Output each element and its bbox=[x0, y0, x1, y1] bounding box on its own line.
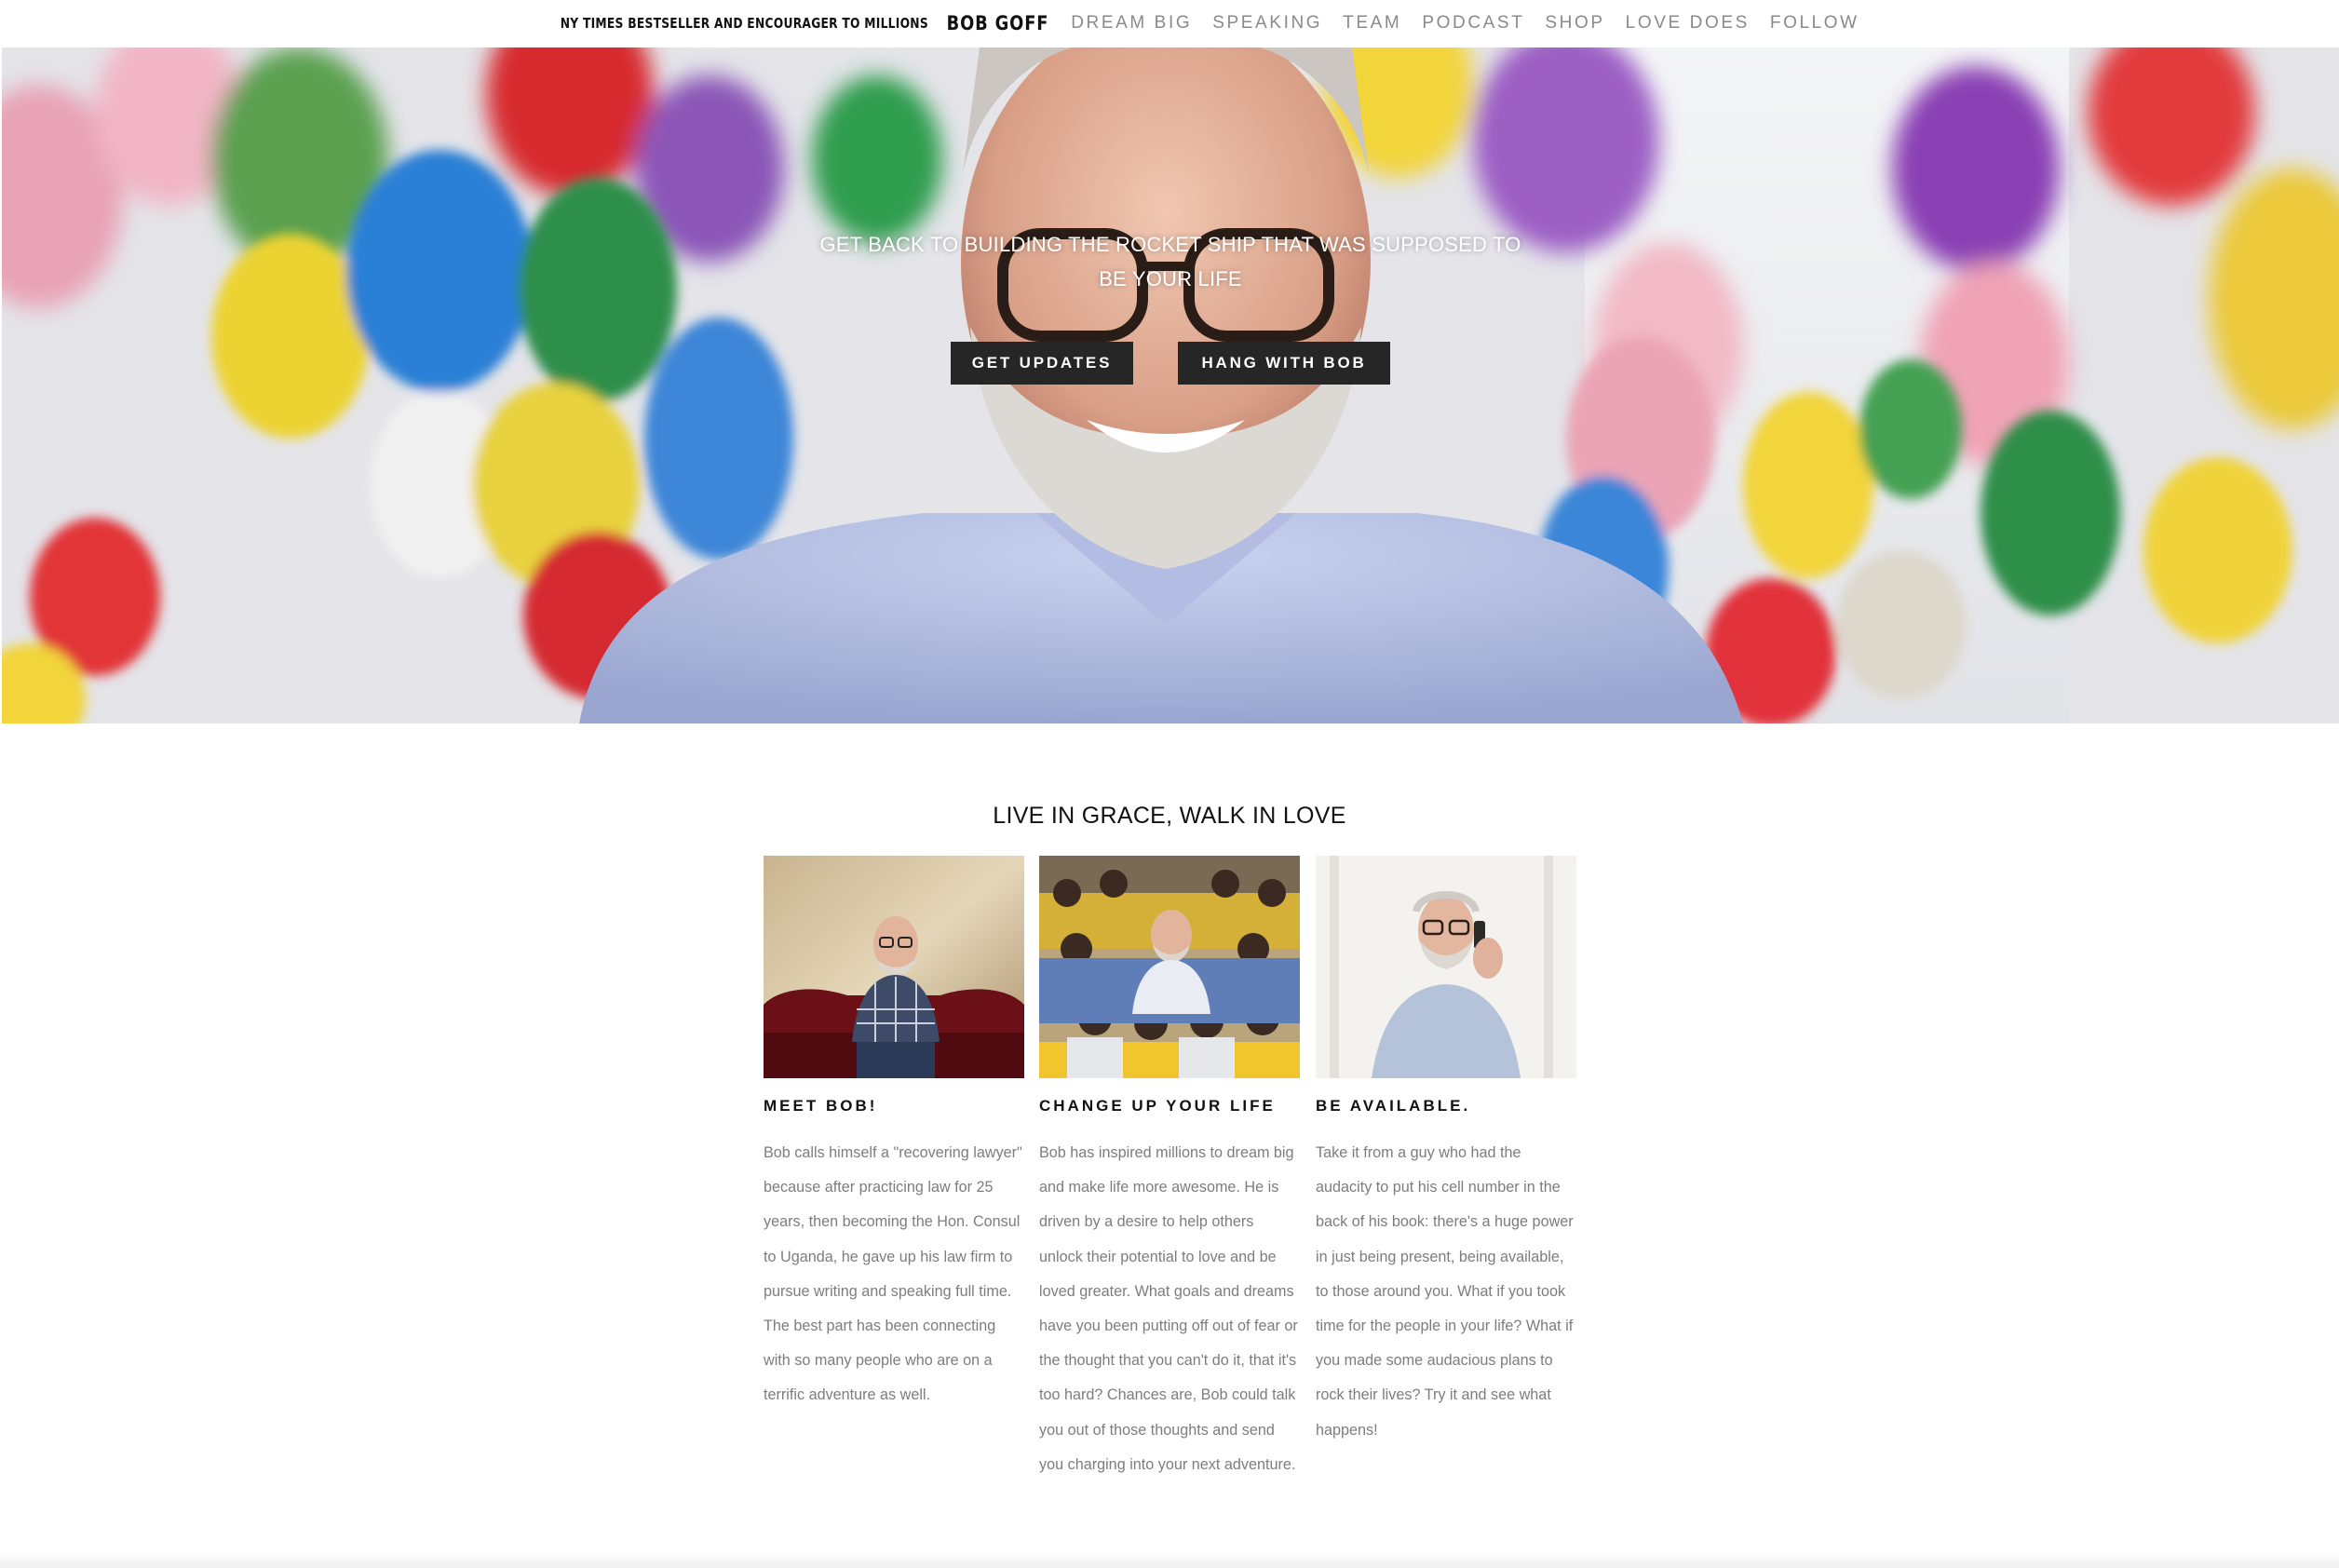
card-meet-bob: MEET BOB! Bob calls himself a "recoverin… bbox=[764, 856, 1024, 1413]
nav-link-love-does[interactable]: LOVE DOES bbox=[1626, 13, 1750, 34]
card-body: Bob has inspired millions to dream big a… bbox=[1039, 1144, 1298, 1473]
nav-link-shop[interactable]: SHOP bbox=[1545, 13, 1604, 34]
section-title: LIVE IN GRACE, WALK IN LOVE bbox=[993, 803, 1346, 829]
nav-link-follow[interactable]: FOLLOW bbox=[1770, 13, 1859, 34]
nav-link-speaking[interactable]: SPEAKING bbox=[1212, 13, 1322, 34]
card-body: Take it from a guy who had the audacity … bbox=[1316, 1144, 1574, 1439]
get-updates-button[interactable]: GET UPDATES bbox=[951, 342, 1133, 385]
hang-with-bob-button[interactable]: HANG WITH BOB bbox=[1178, 342, 1390, 385]
card-heading: BE AVAILABLE. bbox=[1316, 1097, 1471, 1115]
nav-link-dream-big[interactable]: DREAM BIG bbox=[1071, 13, 1192, 34]
card-heading: MEET BOB! bbox=[764, 1097, 878, 1115]
meet-bob-photo[interactable] bbox=[764, 856, 1024, 1078]
card-body: Bob calls himself a "recovering lawyer" … bbox=[764, 1144, 1022, 1404]
hero-banner: GET BACK TO BUILDING THE ROCKET SHIP THA… bbox=[2, 47, 2339, 723]
card-be-available: BE AVAILABLE. Take it from a guy who had… bbox=[1316, 856, 1576, 1448]
brand-link[interactable]: BOB GOFF bbox=[947, 12, 1049, 34]
card-heading: CHANGE UP YOUR LIFE bbox=[1039, 1097, 1276, 1115]
hero-button-group: GET UPDATES HANG WITH BOB bbox=[2, 342, 2339, 385]
nav-link-podcast[interactable]: PODCAST bbox=[1422, 13, 1524, 34]
nav-links: DREAM BIG SPEAKING TEAM PODCAST SHOP LOV… bbox=[1071, 13, 1859, 34]
site-tagline: NY TIMES BESTSELLER AND ENCOURAGER TO MI… bbox=[561, 15, 929, 32]
page: NY TIMES BESTSELLER AND ENCOURAGER TO MI… bbox=[0, 0, 2339, 1568]
top-navigation: NY TIMES BESTSELLER AND ENCOURAGER TO MI… bbox=[0, 0, 2339, 47]
change-up-your-life-photo[interactable] bbox=[1039, 856, 1300, 1078]
hero-background-image bbox=[2, 47, 2339, 723]
hero-headline: GET BACK TO BUILDING THE ROCKET SHIP THA… bbox=[819, 233, 1521, 291]
nav-link-team[interactable]: TEAM bbox=[1343, 13, 1401, 34]
be-available-photo[interactable] bbox=[1316, 856, 1576, 1078]
card-change-up-your-life: CHANGE UP YOUR LIFE Bob has inspired mil… bbox=[1039, 856, 1300, 1482]
page-bottom-edge bbox=[0, 1553, 2339, 1568]
